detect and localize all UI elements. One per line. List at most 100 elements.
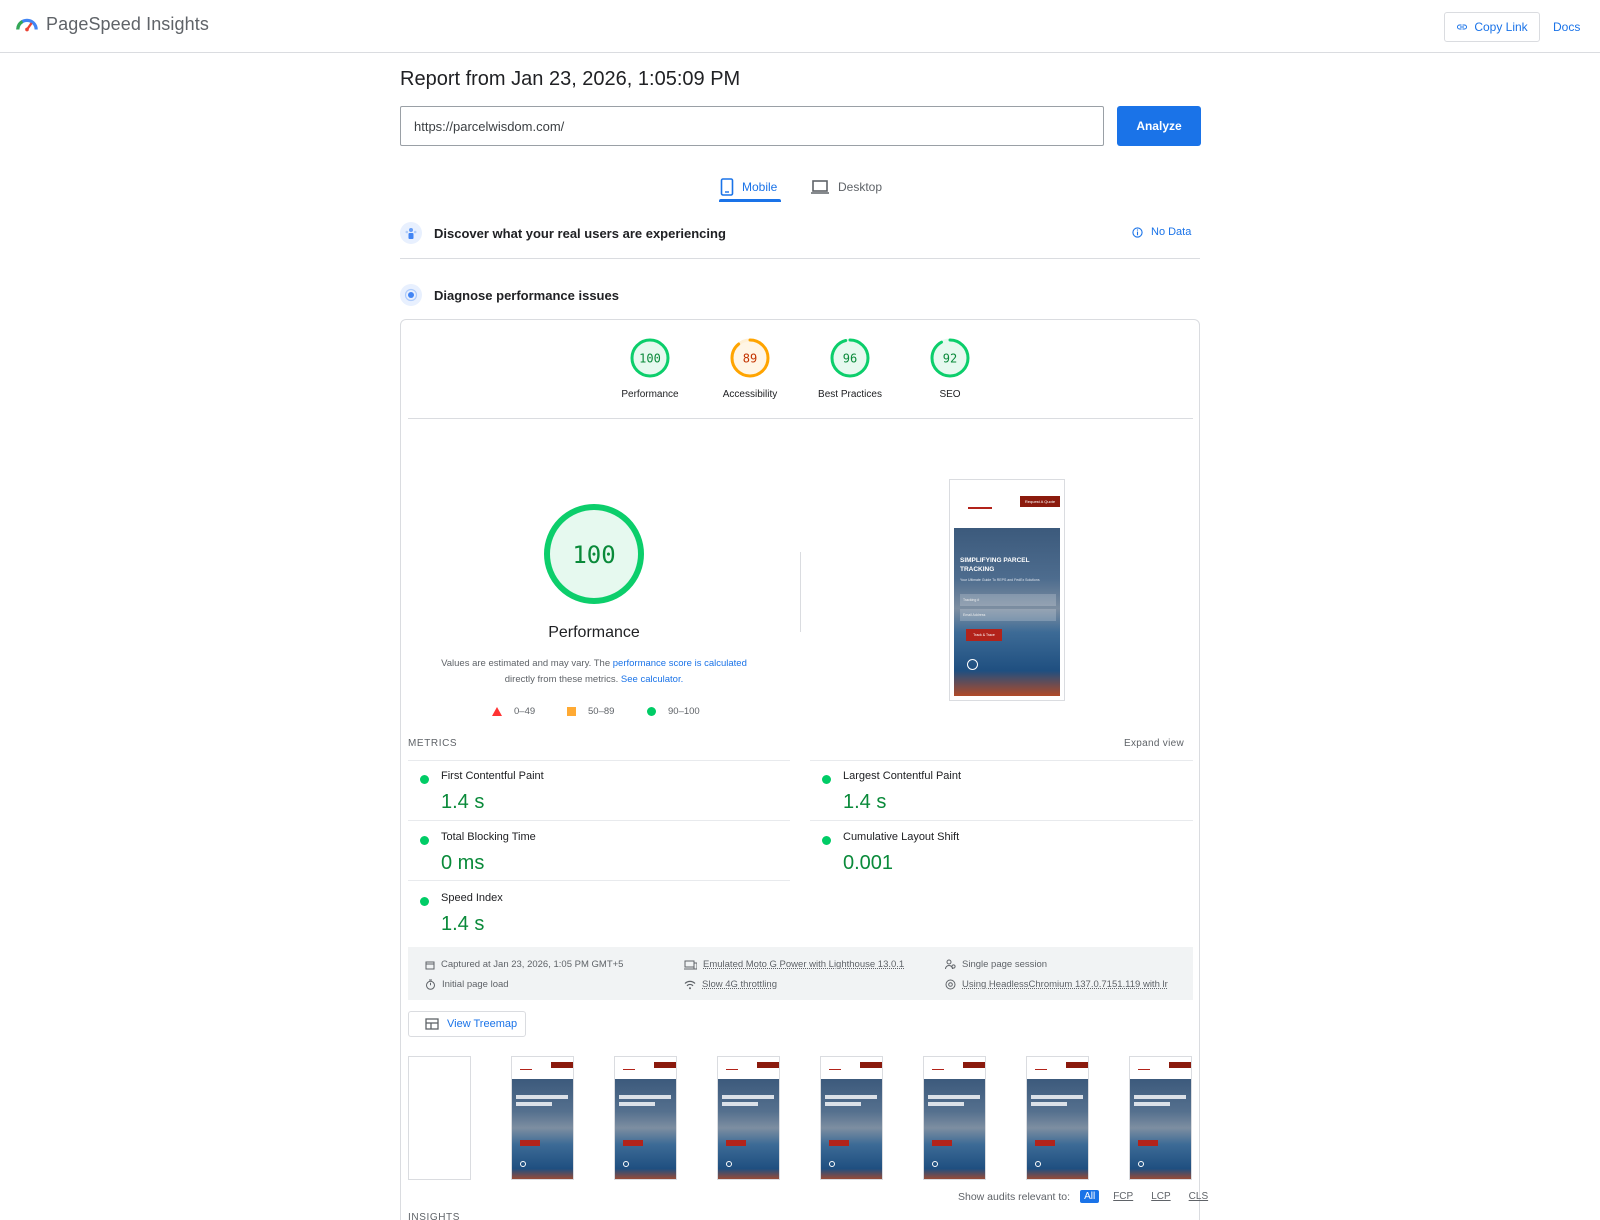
frame-quote-button — [551, 1062, 573, 1068]
screenshot-chat-icon — [967, 659, 978, 670]
docs-link[interactable]: Docs — [1553, 20, 1580, 34]
filmstrip-frame-4 — [717, 1056, 780, 1180]
score-ring: 89 — [730, 338, 770, 378]
gauge-label: Performance — [621, 389, 679, 400]
lighthouse-icon — [400, 284, 422, 306]
metric-divider — [810, 760, 1193, 761]
frame-cta — [1138, 1140, 1158, 1146]
expand-view-toggle[interactable]: Expand view — [1124, 738, 1184, 749]
top-bar: PageSpeed Insights Copy Link Docs — [0, 0, 1600, 53]
users-icon — [400, 222, 422, 244]
captured-text: Captured at Jan 23, 2026, 1:05 PM GMT+5 — [441, 959, 624, 970]
tab-mobile[interactable]: Mobile — [720, 172, 777, 202]
metric-cls[interactable]: Cumulative Layout Shift 0.001 — [810, 823, 1186, 883]
audit-filter-label: Show audits relevant to: — [958, 1190, 1071, 1203]
gauge-label: Accessibility — [722, 389, 778, 400]
browser-version[interactable]: Using HeadlessChromium 137.0.7151.119 wi… — [945, 979, 1168, 990]
initial-load-text: Initial page load — [442, 979, 509, 990]
gauge-seo[interactable]: 92 SEO — [900, 337, 1000, 400]
tab-desktop[interactable]: Desktop — [810, 172, 882, 202]
gauge-accessibility[interactable]: 89 Accessibility — [700, 337, 800, 400]
performance-big-gauge: 100 — [544, 504, 644, 604]
frame-hero — [615, 1079, 676, 1179]
network-throttling[interactable]: Slow 4G throttling — [684, 979, 777, 990]
score-value: 96 — [843, 352, 857, 366]
frame-header — [821, 1057, 882, 1079]
calendar-icon — [425, 961, 435, 969]
frame-header — [924, 1057, 985, 1079]
site-logo-icon — [968, 501, 992, 509]
diagnose-title: Diagnose performance issues — [434, 287, 619, 303]
copy-link-button[interactable]: Copy Link — [1444, 12, 1540, 42]
report-title: Report from Jan 23, 2026, 1:05:09 PM — [400, 68, 741, 90]
brand[interactable]: PageSpeed Insights — [16, 13, 209, 35]
note-text-2: directly from these metrics. — [504, 674, 621, 685]
filter-cls[interactable]: CLS — [1185, 1190, 1212, 1203]
frame-title-bar — [722, 1095, 774, 1099]
site-logo-icon — [520, 1066, 532, 1070]
link-icon — [1457, 24, 1468, 30]
legend-fail-label: 0–49 — [514, 706, 536, 717]
frame-title-bar — [619, 1102, 655, 1106]
metric-fcp[interactable]: First Contentful Paint 1.4 s — [408, 762, 784, 822]
performance-big-score: 100 — [572, 541, 615, 569]
url-input[interactable] — [400, 106, 1104, 146]
info-icon — [1132, 226, 1143, 238]
laptop-icon — [811, 180, 829, 194]
filter-all[interactable]: All — [1080, 1190, 1100, 1203]
tab-desktop-label: Desktop — [838, 180, 883, 194]
gauge-performance[interactable]: 100 Performance — [600, 337, 700, 400]
pagespeed-logo-icon — [16, 18, 38, 32]
legend-fail: 0–49 — [492, 706, 535, 717]
frame-title-bar — [722, 1102, 758, 1106]
note-text-1: Values are estimated and may vary. The — [441, 658, 613, 669]
device-text: Emulated Moto G Power with Lighthouse 13… — [703, 959, 905, 970]
frame-quote-button — [1169, 1062, 1191, 1068]
wifi-icon — [684, 980, 696, 989]
metric-divider — [810, 820, 1193, 821]
filmstrip-frame-6 — [923, 1056, 986, 1180]
average-square-icon — [567, 707, 576, 716]
field-data-section: Discover what your real users are experi… — [400, 222, 1200, 244]
see-calculator-link[interactable]: See calculator. — [621, 674, 683, 685]
screenshot-cta: Track & Trace — [966, 629, 1002, 641]
analyze-button[interactable]: Analyze — [1117, 106, 1201, 146]
frame-header — [512, 1057, 573, 1079]
pass-circle-icon — [420, 897, 429, 906]
metric-lcp[interactable]: Largest Contentful Paint 1.4 s — [810, 762, 1186, 822]
score-value: 89 — [743, 352, 757, 366]
frame-title-bar — [516, 1102, 552, 1106]
frame-title-bar — [825, 1102, 861, 1106]
metric-tbt[interactable]: Total Blocking Time 0 ms — [408, 823, 784, 883]
gauge-best-practices[interactable]: 96 Best Practices — [800, 337, 900, 400]
browser-globe-icon — [945, 979, 956, 990]
view-treemap-button[interactable]: View Treemap — [408, 1011, 526, 1037]
filmstrip-frame-1 — [408, 1056, 471, 1180]
frame-title-bar — [928, 1095, 980, 1099]
frame-chat-icon — [520, 1161, 526, 1167]
browser-text: Using HeadlessChromium 137.0.7151.119 wi… — [962, 979, 1168, 990]
site-logo-icon — [932, 1066, 944, 1070]
filter-lcp[interactable]: LCP — [1147, 1190, 1174, 1203]
final-screenshot[interactable]: Request A Quote SIMPLIFYING PARCEL TRACK… — [949, 479, 1065, 701]
metric-title: Total Blocking Time — [441, 831, 536, 843]
pass-circle-icon — [822, 775, 831, 784]
frame-quote-button — [654, 1062, 676, 1068]
pass-circle-icon — [420, 775, 429, 784]
gauge-label: Best Practices — [818, 389, 882, 400]
frame-header — [1027, 1057, 1088, 1079]
filter-fcp[interactable]: FCP — [1109, 1190, 1137, 1203]
view-treemap-label: View Treemap — [447, 1018, 518, 1030]
legend-average-label: 50–89 — [588, 706, 615, 717]
pass-circle-icon — [420, 836, 429, 845]
initial-load: Initial page load — [425, 979, 509, 990]
screenshot-field-email: Email Address — [960, 609, 1056, 621]
frame-cta — [932, 1140, 952, 1146]
no-data-link[interactable]: No Data — [1132, 226, 1191, 238]
frame-hero — [924, 1079, 985, 1179]
score-calculated-link[interactable]: performance score is calculated — [613, 658, 747, 669]
vertical-divider — [800, 552, 801, 632]
metric-speed-index[interactable]: Speed Index 1.4 s — [408, 884, 784, 944]
metric-value: 1.4 s — [441, 913, 485, 935]
emulated-device[interactable]: Emulated Moto G Power with Lighthouse 13… — [684, 959, 904, 970]
